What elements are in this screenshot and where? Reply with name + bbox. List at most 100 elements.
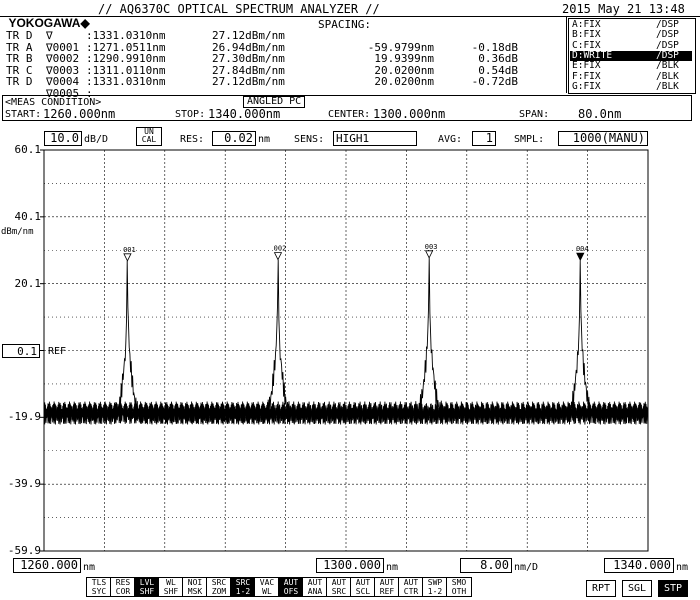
softkey-label: SWP bbox=[427, 578, 443, 587]
meas-condition-panel: <MEAS CONDITION> ANGLED PC START: 1260.0… bbox=[2, 95, 692, 121]
x-center-unit: nm bbox=[386, 562, 399, 573]
rpt-button[interactable]: RPT bbox=[586, 580, 616, 597]
softkey-label: AUT bbox=[283, 578, 299, 587]
softkey-label: OTH bbox=[451, 587, 467, 596]
trace-memory-f[interactable]: F:FIX/BLK bbox=[570, 70, 692, 82]
marker-level: 27.12dBm/nm bbox=[212, 75, 285, 88]
softkey-label: SYC bbox=[91, 587, 107, 596]
softkey-label: SMO bbox=[451, 578, 467, 587]
marker-wavelength: :1331.0310nm bbox=[86, 75, 166, 88]
trace-memory-mode: /DSP bbox=[656, 29, 679, 41]
date-time: 2015 May 21 13:48 bbox=[562, 2, 685, 16]
softkey-label: AUT bbox=[379, 578, 395, 587]
softkey-tls-syc[interactable]: TLS SYC bbox=[86, 577, 112, 597]
trace-id: TR D bbox=[6, 75, 33, 88]
marker-label: 002 bbox=[274, 245, 287, 253]
softkey-label: AUT bbox=[307, 578, 323, 587]
softkey-label: SRC bbox=[331, 587, 347, 596]
x-center-input[interactable]: 1300.000 bbox=[316, 558, 384, 573]
start-label: START: bbox=[5, 109, 42, 120]
softkey-label: AUT bbox=[355, 578, 371, 587]
softkey-aut-src[interactable]: AUT SRC bbox=[326, 577, 352, 597]
trace-memory-name: G:FIX bbox=[572, 80, 601, 92]
softkey-vac-wl[interactable]: VAC WL bbox=[254, 577, 280, 597]
sgl-button[interactable]: SGL bbox=[622, 580, 652, 597]
y-tick-label: -59.9 bbox=[7, 544, 41, 557]
x-start-input[interactable]: 1260.000 bbox=[13, 558, 81, 573]
stp-button[interactable]: STP bbox=[658, 580, 688, 597]
marker-level-diff: -0.72dB bbox=[471, 75, 518, 88]
softkey-src-zom[interactable]: SRC ZOM bbox=[206, 577, 232, 597]
trace-memory-name: F:FIX bbox=[572, 70, 601, 82]
softkey-aut-ref[interactable]: AUT REF bbox=[374, 577, 400, 597]
softkey-label: SRC bbox=[211, 578, 227, 587]
ref-level-input[interactable]: 0.1 bbox=[2, 344, 40, 358]
softkey-label: LVL bbox=[139, 578, 155, 587]
center-value: 1300.000nm bbox=[373, 107, 446, 121]
spectrum-chart[interactable]: 001 002 003 004 bbox=[0, 140, 700, 570]
stop-value: 1340.000nm bbox=[208, 107, 281, 121]
softkey-label: ZOM bbox=[211, 587, 227, 596]
softkey-aut-ana[interactable]: AUT ANA bbox=[302, 577, 328, 597]
marker-label: 003 bbox=[425, 243, 438, 251]
softkey-label: REF bbox=[379, 587, 395, 596]
center-label: CENTER: bbox=[328, 109, 371, 120]
trace-memory-e[interactable]: E:FIX/BLK bbox=[570, 61, 692, 71]
softkey-label: 1-2 bbox=[235, 587, 251, 596]
trace-memory-name: E:FIX bbox=[572, 60, 601, 72]
softkey-label: SHF bbox=[163, 587, 179, 596]
trace-memory-g[interactable]: G:FIX/BLK bbox=[570, 80, 692, 92]
softkey-noi-msk[interactable]: NOI MSK bbox=[182, 577, 208, 597]
trace-memory-mode: /BLK bbox=[656, 70, 679, 82]
softkey-label: VAC bbox=[259, 578, 275, 587]
softkey-label: AUT bbox=[331, 578, 347, 587]
spacing-label: SPACING: bbox=[318, 18, 371, 31]
x-stop-unit: nm bbox=[676, 562, 689, 573]
softkey-label: AUT bbox=[403, 578, 419, 587]
softkey-label: OFS bbox=[283, 587, 299, 596]
y-tick-label: 40.1 bbox=[14, 209, 42, 223]
y-tick-label: 60.1 bbox=[14, 143, 42, 156]
softkey-label: NOI bbox=[187, 578, 203, 587]
softkey-label: CTR bbox=[403, 587, 419, 596]
softkey-label: ANA bbox=[307, 587, 323, 596]
x-div-unit: nm/D bbox=[514, 562, 539, 573]
softkey-src-1-2[interactable]: SRC 1-2 bbox=[230, 577, 256, 597]
softkey-label: SCL bbox=[355, 587, 371, 596]
softkey-smo-oth[interactable]: SMO OTH bbox=[446, 577, 472, 597]
span-value: 80.0nm bbox=[578, 107, 622, 121]
trace-memory-name: B:FIX bbox=[572, 29, 601, 41]
trace-memory-b[interactable]: B:FIX/DSP bbox=[570, 30, 692, 40]
softkey-res-cor[interactable]: RES COR bbox=[110, 577, 136, 597]
x-stop-input[interactable]: 1340.000 bbox=[604, 558, 674, 573]
softkey-aut-scl[interactable]: AUT SCL bbox=[350, 577, 376, 597]
softkey-label: COR bbox=[115, 587, 131, 596]
softkey-wl-shf[interactable]: WL SHF bbox=[158, 577, 184, 597]
marker-label: 001 bbox=[123, 246, 136, 254]
x-div-input[interactable]: 8.00 bbox=[460, 558, 512, 573]
softkey-lvl-shf[interactable]: LVL SHF bbox=[134, 577, 160, 597]
softkey-label: WL bbox=[166, 578, 176, 587]
trace-memory-mode: /BLK bbox=[656, 60, 679, 72]
start-value: 1260.000nm bbox=[43, 107, 116, 121]
marker-label: 004 bbox=[576, 245, 589, 253]
y-tick-label: -19.9 bbox=[7, 410, 41, 424]
y-tick-label: 20.1 bbox=[14, 276, 42, 290]
softkey-label: TLS bbox=[91, 578, 107, 587]
softkey-swp-1-2[interactable]: SWP 1-2 bbox=[422, 577, 448, 597]
softkey-label: MSK bbox=[187, 587, 203, 596]
softkey-label: SHF bbox=[139, 587, 155, 596]
softkey-label: RES bbox=[115, 578, 131, 587]
ref-label: REF bbox=[48, 346, 67, 357]
chart-grid bbox=[40, 149, 649, 552]
x-start-unit: nm bbox=[83, 562, 96, 573]
softkey-label: SRC bbox=[235, 578, 251, 587]
marker-spacing: 20.0200nm bbox=[374, 75, 434, 88]
stop-label: STOP: bbox=[175, 109, 206, 120]
softkey-label: 1-2 bbox=[427, 587, 443, 596]
softkey-aut-ofs[interactable]: AUT OFS bbox=[278, 577, 304, 597]
softkey-label: WL bbox=[262, 587, 272, 596]
y-tick-label: -39.9 bbox=[7, 477, 41, 491]
softkey-aut-ctr[interactable]: AUT CTR bbox=[398, 577, 424, 597]
trace-memory-mode: /BLK bbox=[656, 80, 679, 92]
